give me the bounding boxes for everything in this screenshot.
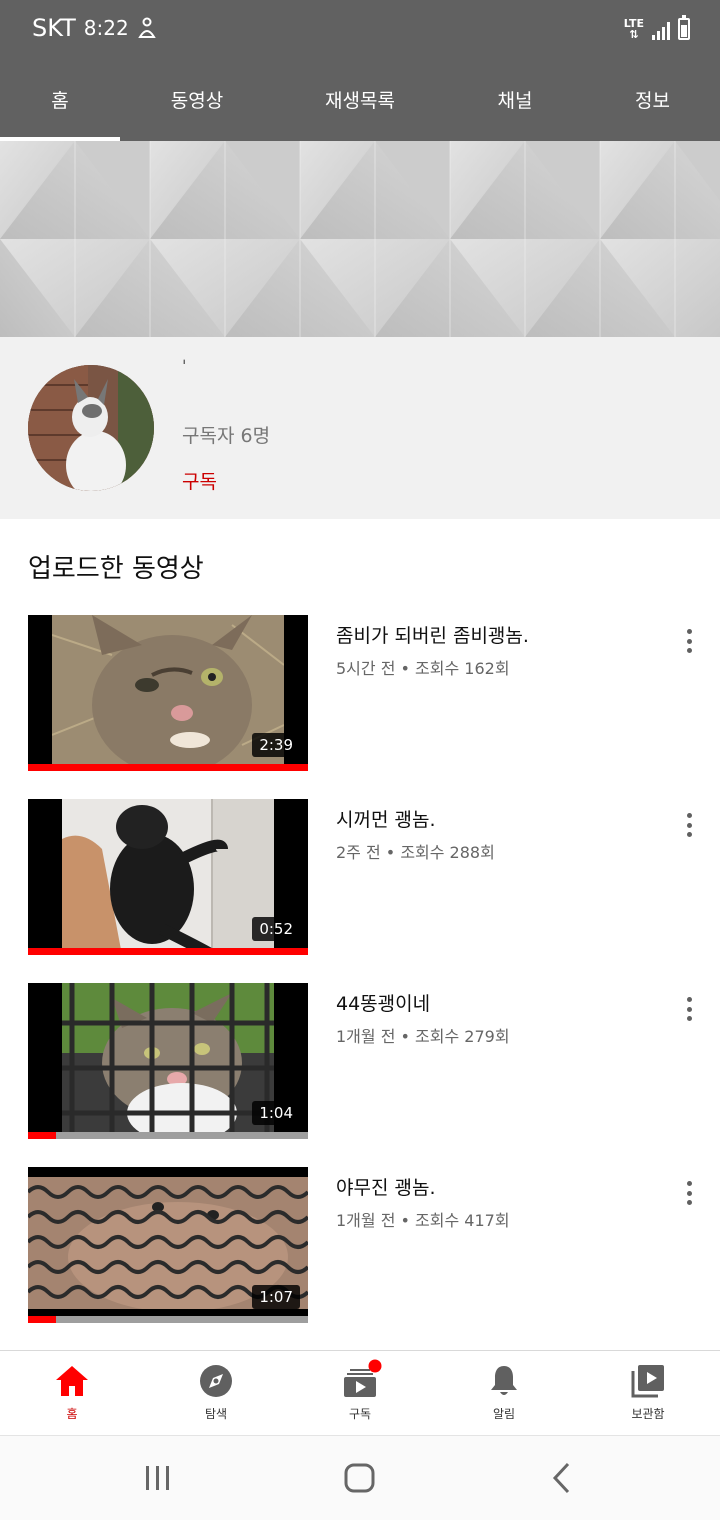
back-icon[interactable] — [532, 1458, 592, 1498]
nav-notifications[interactable]: 알림 — [432, 1351, 576, 1436]
cat-avatar-image — [28, 365, 154, 491]
tab-playlists[interactable]: 재생목록 — [300, 57, 420, 141]
channel-banner — [0, 141, 720, 337]
more-options-icon[interactable] — [676, 625, 702, 657]
video-item[interactable]: 1:04 44똥괭이네 1개월 전 • 조회수 279회 — [0, 983, 720, 1143]
notification-icon — [137, 17, 156, 38]
bottom-navigation: 홈 탐색 구독 알림 보관함 — [0, 1350, 720, 1435]
video-duration: 1:07 — [252, 1285, 300, 1309]
video-thumbnail[interactable]: 1:04 — [28, 983, 308, 1139]
signal-icon — [652, 20, 670, 40]
watch-progress-fill — [28, 948, 308, 955]
black-cat-thumbnail-image — [62, 799, 274, 955]
watch-progress-bar — [28, 948, 308, 955]
watch-progress-bar — [28, 764, 308, 771]
video-meta: 1개월 전 • 조회수 279회 — [336, 1027, 510, 1046]
recent-apps-icon[interactable] — [128, 1458, 188, 1498]
tab-about[interactable]: 정보 — [605, 57, 700, 141]
nav-home[interactable]: 홈 — [0, 1351, 144, 1436]
channel-name: ˈ — [182, 357, 187, 376]
clock: 8:22 — [83, 16, 129, 40]
bell-icon — [491, 1366, 517, 1395]
home-button-icon[interactable] — [330, 1458, 390, 1498]
nav-subscriptions[interactable]: 구독 — [288, 1351, 432, 1436]
tab-videos[interactable]: 동영상 — [135, 57, 259, 141]
caged-cat-thumbnail-image — [62, 983, 274, 1139]
video-thumbnail[interactable]: 2:39 — [28, 615, 308, 771]
nav-label: 구독 — [348, 1407, 372, 1421]
video-duration: 1:04 — [252, 1101, 300, 1125]
more-options-icon[interactable] — [676, 1177, 702, 1209]
video-meta: 5시간 전 • 조회수 162회 — [336, 659, 510, 678]
video-title[interactable]: 44똥괭이네 — [336, 989, 430, 1016]
video-duration: 0:52 — [252, 917, 300, 941]
nav-explore[interactable]: 탐색 — [144, 1351, 288, 1436]
carrier-label: SKT — [32, 14, 76, 42]
more-options-icon[interactable] — [676, 993, 702, 1025]
banner-pattern — [0, 141, 720, 337]
watch-progress-fill — [28, 1132, 56, 1139]
nav-label: 탐색 — [204, 1407, 228, 1421]
nav-label: 보관함 — [631, 1407, 665, 1421]
watch-progress-fill — [28, 764, 308, 771]
channel-tab-bar: 홈 동영상 재생목록 채널 정보 — [0, 57, 720, 141]
video-item[interactable]: 1:07 야무진 괭놈. 1개월 전 • 조회수 417회 — [0, 1167, 720, 1327]
watch-progress-bar — [28, 1132, 308, 1139]
subscriber-count: 구독자 6명 — [182, 425, 271, 447]
tabby-cat-thumbnail-image — [52, 615, 284, 771]
channel-header: ˈ 구독자 6명 구독 — [0, 337, 720, 519]
status-right: LTE ⇅ — [623, 15, 690, 41]
status-bar: SKT 8:22 LTE ⇅ — [0, 0, 720, 57]
video-duration: 2:39 — [252, 733, 300, 757]
watch-progress-fill — [28, 1316, 56, 1323]
uploads-section-title: 업로드한 동영상 — [28, 554, 204, 584]
home-icon — [56, 1366, 88, 1396]
battery-icon — [678, 15, 690, 40]
video-item[interactable]: 2:39 좀비가 되버린 좀비괭놈. 5시간 전 • 조회수 162회 — [0, 615, 720, 775]
video-title[interactable]: 좀비가 되버린 좀비괭놈. — [336, 621, 529, 648]
video-item[interactable]: 0:52 시꺼먼 괭놈. 2주 전 • 조회수 288회 — [0, 799, 720, 959]
new-content-badge — [368, 1359, 382, 1373]
system-navigation-bar — [0, 1435, 720, 1520]
video-meta: 2주 전 • 조회수 288회 — [336, 843, 495, 862]
channel-avatar[interactable] — [28, 365, 154, 491]
more-options-icon[interactable] — [676, 809, 702, 841]
nav-label: 알림 — [492, 1407, 516, 1421]
video-title[interactable]: 야무진 괭놈. — [336, 1173, 435, 1200]
video-thumbnail[interactable]: 0:52 — [28, 799, 308, 955]
video-title[interactable]: 시꺼먼 괭놈. — [336, 805, 435, 832]
video-meta: 1개월 전 • 조회수 417회 — [336, 1211, 510, 1230]
nav-library[interactable]: 보관함 — [576, 1351, 720, 1436]
video-thumbnail[interactable]: 1:07 — [28, 1167, 308, 1323]
library-icon — [631, 1365, 664, 1398]
tab-channels[interactable]: 채널 — [470, 57, 560, 141]
watch-progress-bar — [28, 1316, 308, 1323]
tab-home[interactable]: 홈 — [0, 57, 120, 141]
nav-label: 홈 — [66, 1407, 78, 1421]
status-left: SKT 8:22 — [32, 14, 157, 42]
compass-icon — [200, 1365, 232, 1397]
subscribe-button[interactable]: 구독 — [182, 467, 217, 494]
network-indicator: LTE ⇅ — [623, 17, 644, 41]
